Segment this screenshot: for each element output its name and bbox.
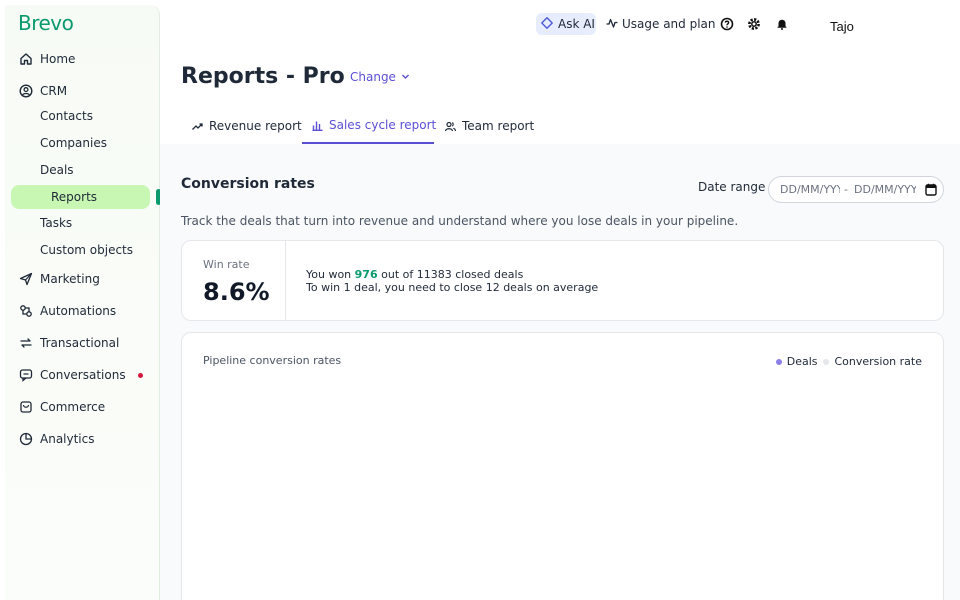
legend-dot-deals [775,358,782,365]
sidebar-subitem-custom-objects[interactable]: Custom objects [40,243,133,257]
report-tabs: Revenue report Sales cycle report Team r… [181,108,960,144]
sidebar: Brevo Home CRM Contacts Companies Deals … [5,5,161,600]
ask-ai-button[interactable]: Ask AI [536,13,596,35]
notification-dot [138,373,143,378]
tab-label: Team report [462,119,535,133]
legend-label: Deals [786,355,818,368]
date-to-field[interactable]: DD/MM/YYYY [854,183,916,196]
help-icon[interactable] [720,16,734,31]
home-icon [18,51,34,67]
bell-icon[interactable] [775,16,789,30]
win-summary-prefix: You won [306,268,355,281]
pie-chart-icon [18,431,34,447]
crm-icon [18,83,34,99]
bag-icon [18,399,34,415]
win-rate-label: Win rate [203,258,250,271]
date-range-label: Date range [698,180,766,194]
tab-label: Sales cycle report [329,118,437,132]
team-icon [445,121,456,132]
sidebar-subitem-companies[interactable]: Companies [40,136,107,150]
date-range-picker[interactable]: DD/MM/YYYY - DD/MM/YYYY [768,176,944,203]
win-rate-card: Win rate 8.6% You won 976 out of 11383 c… [181,240,944,321]
win-summary-line: You won 976 out of 11383 closed deals [306,268,523,281]
brevo-logo[interactable]: Brevo [18,11,74,35]
change-plan-link[interactable]: Change [350,70,410,84]
send-icon [18,271,34,287]
sidebar-item-label: Transactional [40,336,120,350]
gear-icon[interactable] [747,16,761,30]
sidebar-item-label: Commerce [40,400,106,414]
section-description: Track the deals that turn into revenue a… [181,214,739,228]
sidebar-item-label: Marketing [40,272,100,286]
tab-revenue-report[interactable]: Revenue report [192,108,302,144]
date-from-field[interactable]: DD/MM/YYYY [780,183,840,196]
section-title: Conversion rates [181,176,315,192]
legend-item-deals[interactable]: Deals [775,355,818,368]
ask-ai-label: Ask AI [558,17,595,31]
usage-and-plan-label: Usage and plan [622,17,716,31]
sidebar-item-label: Analytics [40,432,95,446]
legend-dot-conversion-rate [823,358,830,365]
won-deals-count: 976 [354,268,378,281]
win-rate-value: 8.6% [203,278,270,306]
tab-team-report[interactable]: Team report [445,108,534,144]
sidebar-subitem-tasks[interactable]: Tasks [40,216,72,230]
pipeline-conversion-card: Pipeline conversion rates Deals Conversi… [181,332,944,600]
sparkle-icon [541,16,553,32]
sidebar-item-label: Home [40,52,76,66]
card-divider [285,241,286,320]
win-summary-suffix: out of 11383 closed deals [377,268,524,281]
change-label: Change [350,70,396,84]
tab-sales-cycle-report[interactable]: Sales cycle report [302,108,437,144]
automation-icon [18,303,34,319]
date-separator: - [844,183,848,196]
transactional-icon [18,335,34,351]
usage-and-plan-button[interactable]: Usage and plan [606,13,716,35]
pipeline-title: Pipeline conversion rates [203,354,342,367]
legend-label: Conversion rate [834,355,922,368]
sidebar-subitem-deals[interactable]: Deals [40,163,74,177]
trending-up-icon [192,121,203,132]
calendar-icon[interactable] [925,183,937,199]
legend-item-conversion-rate[interactable]: Conversion rate [823,355,922,368]
deals-needed-line: To win 1 deal, you need to close 12 deal… [306,281,599,294]
chart-legend: Deals Conversion rate [770,355,922,368]
bar-chart-icon [312,120,323,131]
sidebar-item-label: Conversations [40,368,126,382]
sidebar-item-label: CRM [40,84,68,98]
activity-icon [606,17,618,32]
chevron-down-icon [396,70,410,84]
tab-label: Revenue report [209,119,302,133]
chat-icon [18,367,34,383]
sidebar-subitem-contacts[interactable]: Contacts [40,109,93,123]
sidebar-subitem-reports-label: Reports [51,190,98,204]
sidebar-item-label: Automations [40,304,117,318]
user-menu[interactable]: Tajo [830,19,854,34]
page-title: Reports - Pro [181,64,345,89]
